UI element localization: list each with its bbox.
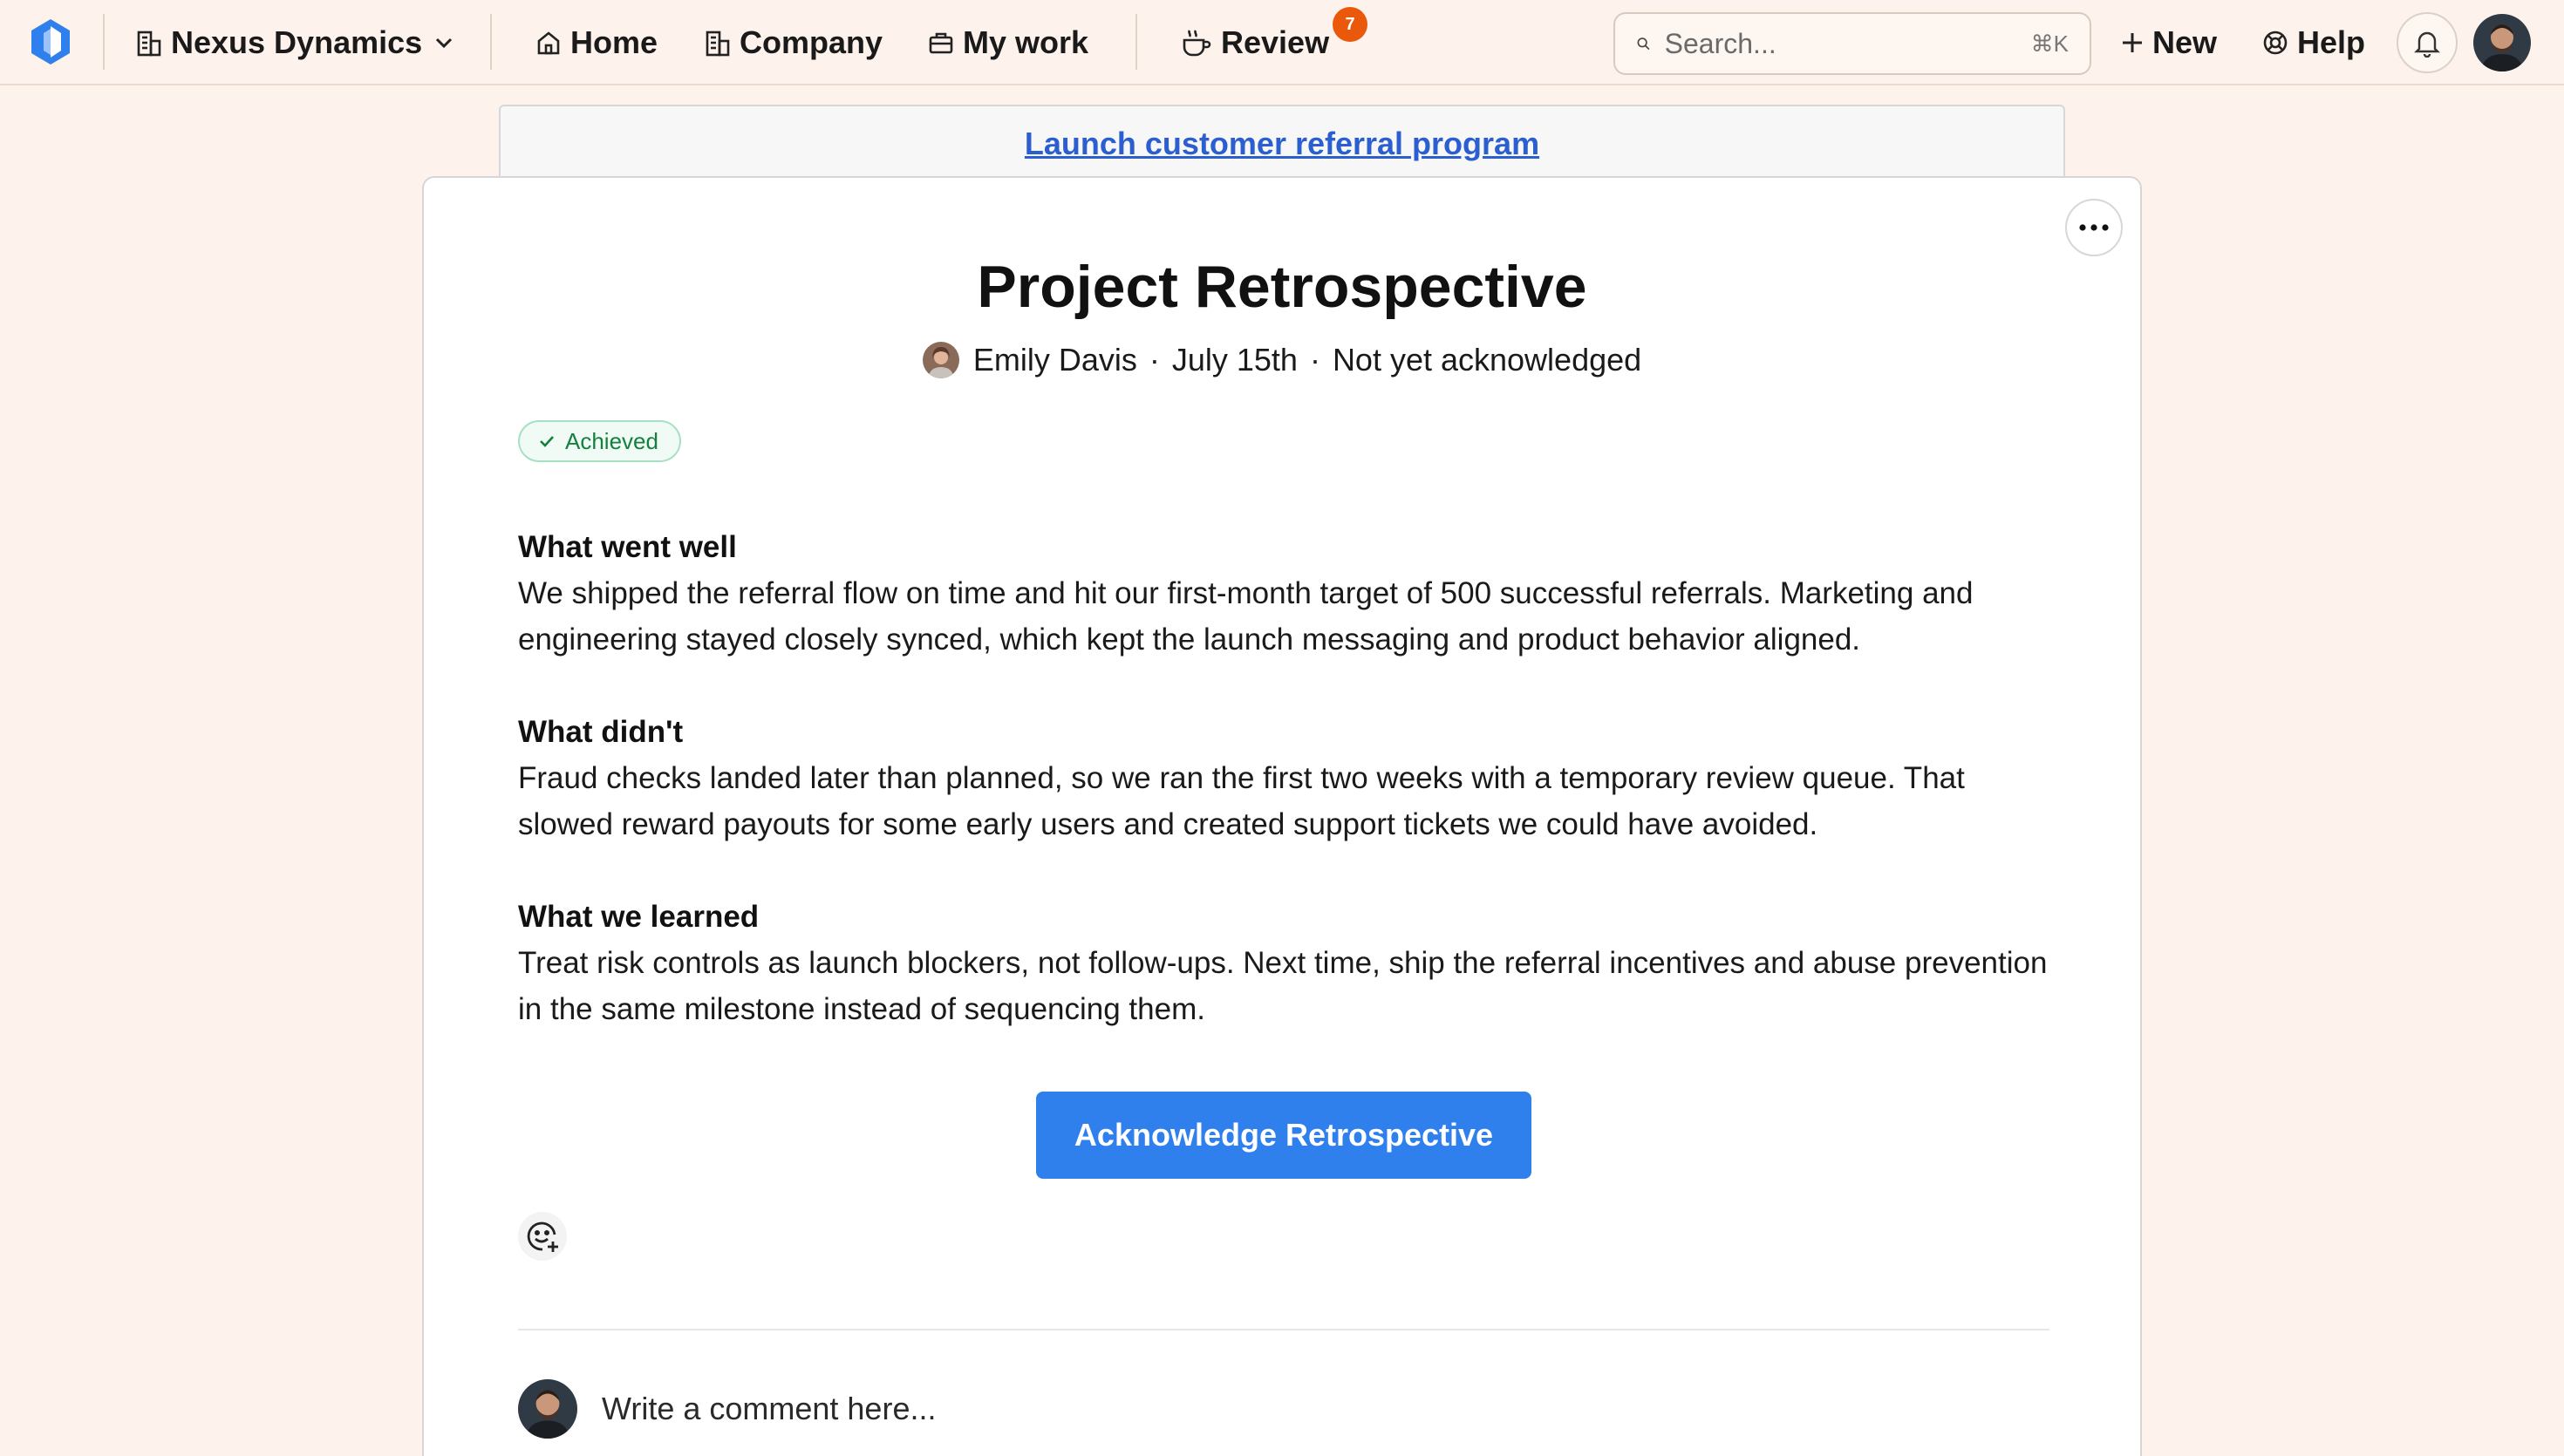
nav-company[interactable]: Company [705, 21, 883, 65]
nav-my-work-label: My work [963, 24, 1089, 60]
building-icon [706, 31, 730, 57]
plus-icon [2123, 33, 2142, 52]
nav-my-work[interactable]: My work [928, 21, 1088, 65]
acknowledge-retrospective-button[interactable]: Acknowledge Retrospective [1036, 1092, 1531, 1179]
building-icon [137, 31, 161, 57]
more-options-button[interactable] [2065, 199, 2123, 256]
nav-review-label: Review [1221, 24, 1330, 60]
nav-home[interactable]: Home [535, 21, 658, 65]
new-button-label: New [2152, 24, 2218, 60]
checkmark-icon [540, 436, 554, 447]
retrospective-date: July 15th [1171, 342, 1298, 378]
section-what-we-learned: What we learned Treat risk controls as l… [518, 895, 2053, 1032]
bell-icon [2414, 31, 2440, 58]
review-count-badge: 7 [1333, 7, 1367, 42]
commenter-avatar [518, 1379, 577, 1439]
company-switcher[interactable]: Nexus Dynamics [136, 21, 462, 65]
search-box[interactable]: ⌘K [1613, 12, 2091, 75]
emoji-add-icon [527, 1221, 558, 1252]
help-button[interactable]: Help [2262, 21, 2365, 65]
new-button[interactable]: New [2121, 21, 2217, 65]
ellipsis-icon [2079, 224, 2109, 231]
search-input[interactable] [1664, 27, 2031, 60]
section-body: Treat risk controls as launch blockers, … [518, 946, 2048, 1026]
section-heading: What didn't [518, 715, 684, 749]
comment-composer [518, 1379, 1474, 1439]
section-body: We shipped the referral flow on time and… [518, 576, 1974, 657]
search-shortcut-hint: ⌘K [2030, 30, 2069, 57]
parent-goal-link[interactable]: Launch customer referral program [1025, 126, 1539, 161]
top-nav-bar: Nexus Dynamics Home Company My work Revi… [0, 0, 2564, 85]
notifications-button[interactable] [2397, 12, 2458, 73]
status-badge: Achieved [518, 420, 681, 462]
nav-company-label: Company [740, 24, 883, 60]
status-badge-label: Achieved [565, 427, 658, 454]
lifebuoy-icon [2263, 31, 2288, 55]
briefcase-icon [929, 32, 953, 54]
nav-review[interactable]: Review [1181, 21, 1329, 65]
nav-divider [490, 14, 492, 70]
meta-separator: · [1309, 342, 1320, 378]
comment-input[interactable] [602, 1391, 1474, 1427]
home-icon [537, 31, 560, 55]
nav-divider [1135, 14, 1137, 70]
search-icon [1637, 37, 1650, 51]
nav-home-label: Home [570, 24, 658, 60]
section-heading: What we learned [518, 900, 760, 934]
parent-goal-tab: Launch customer referral program [499, 105, 2065, 183]
section-what-didnt: What didn't Fraud checks landed later th… [518, 710, 2053, 847]
page-title: Project Retrospective [977, 254, 1587, 320]
author-avatar[interactable] [922, 342, 959, 378]
user-avatar[interactable] [2473, 14, 2531, 71]
retrospective-card: Project Retrospective Emily Davis · July… [422, 176, 2142, 1456]
section-body: Fraud checks landed later than planned, … [518, 761, 1965, 841]
add-reaction-button[interactable] [518, 1212, 567, 1261]
section-heading: What went well [518, 530, 737, 564]
comments-divider [518, 1329, 2049, 1330]
coffee-cup-icon [1183, 30, 1211, 57]
company-name: Nexus Dynamics [171, 24, 423, 60]
author-name[interactable]: Emily Davis [973, 342, 1137, 378]
section-what-went-well: What went well We shipped the referral f… [518, 525, 2053, 663]
app-logo-icon[interactable] [26, 17, 75, 66]
retrospective-meta: Emily Davis · July 15th · Not yet acknow… [424, 342, 2140, 378]
acknowledgement-status: Not yet acknowledged [1332, 342, 1642, 378]
chevron-down-icon [436, 37, 453, 49]
meta-separator: · [1149, 342, 1160, 378]
nav-divider [103, 14, 105, 70]
help-button-label: Help [2297, 24, 2366, 60]
